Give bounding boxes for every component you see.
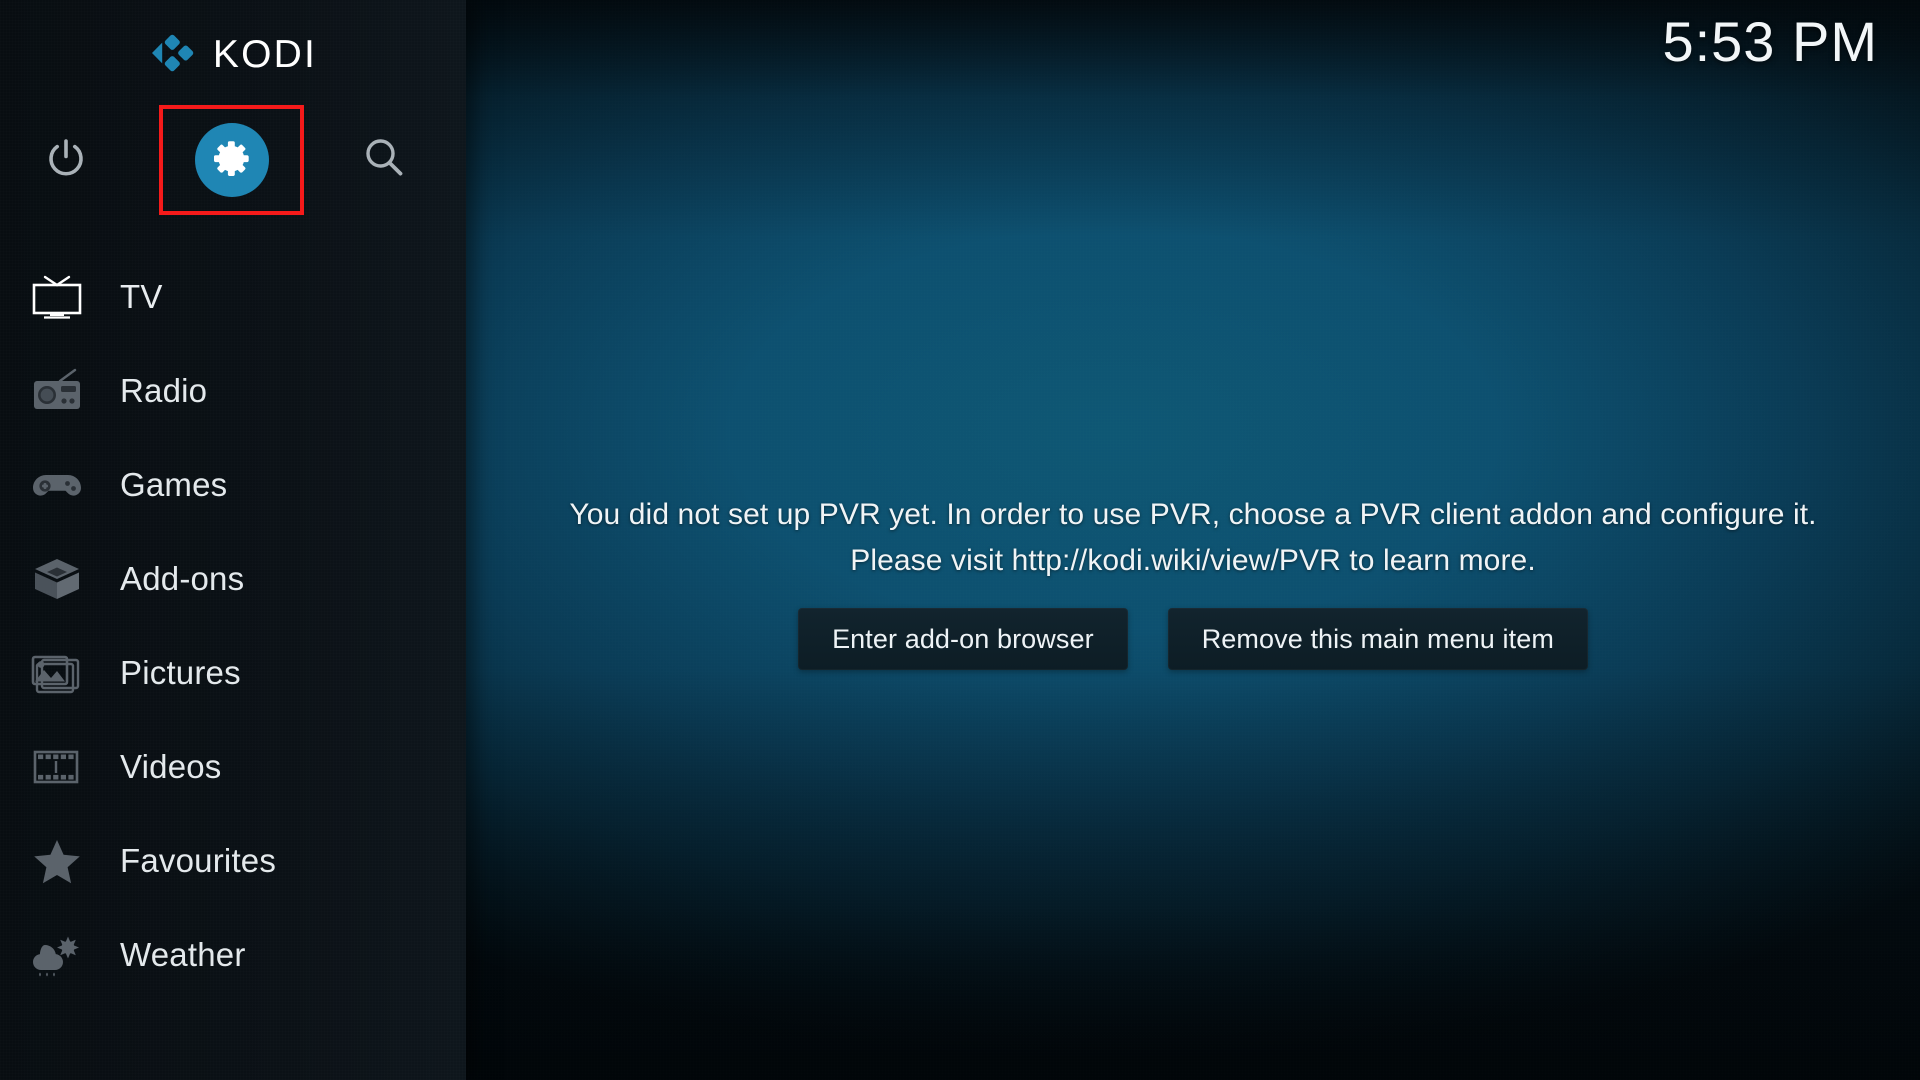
sidebar-item-pictures[interactable]: Pictures [0, 626, 466, 720]
filmstrip-icon [22, 741, 92, 793]
search-icon [361, 135, 407, 186]
sidebar: KODI TV Radio Games Add-ons Pictures Vid… [0, 0, 466, 1080]
sidebar-item-radio[interactable]: Radio [0, 344, 466, 438]
top-action-bar [0, 105, 466, 215]
pvr-message-line-2: Please visit http://kodi.wiki/view/PVR t… [850, 544, 1536, 577]
main-menu: TV Radio Games Add-ons Pictures Videos F… [0, 250, 466, 1002]
app-logo: KODI [0, 22, 466, 84]
radio-icon [22, 365, 92, 417]
sidebar-item-weather[interactable]: Weather [0, 908, 466, 1002]
kodi-logo-icon [149, 30, 195, 76]
remove-main-menu-item-button[interactable]: Remove this main menu item [1167, 608, 1588, 670]
power-icon [44, 136, 88, 185]
sidebar-item-label: Games [120, 466, 228, 503]
weather-icon [22, 929, 92, 981]
app-name: KODI [212, 32, 318, 76]
sidebar-item-label: Add-ons [120, 560, 245, 597]
sidebar-item-videos[interactable]: Videos [0, 720, 466, 814]
gamepad-icon [22, 459, 92, 511]
sidebar-item-label: Pictures [120, 654, 241, 691]
enter-addon-browser-button[interactable]: Enter add-on browser [798, 608, 1128, 670]
sidebar-item-favourites[interactable]: Favourites [0, 814, 466, 908]
pictures-icon [22, 647, 92, 699]
sidebar-item-label: TV [120, 278, 163, 315]
pvr-action-buttons: Enter add-on browser Remove this main me… [466, 608, 1920, 670]
sidebar-item-label: Radio [120, 372, 208, 409]
power-button[interactable] [38, 132, 94, 188]
kodi-home-screen: KODI TV Radio Games Add-ons Pictures Vid… [0, 0, 1920, 1080]
gear-icon [212, 138, 252, 183]
pvr-setup-message: You did not set up PVR yet. In order to … [466, 492, 1920, 584]
sidebar-item-label: Favourites [120, 842, 277, 879]
star-icon [22, 835, 92, 887]
settings-circle [194, 123, 269, 197]
search-button[interactable] [356, 132, 412, 188]
sidebar-item-games[interactable]: Games [0, 438, 466, 532]
tv-icon [22, 271, 92, 323]
main-content: You did not set up PVR yet. In order to … [466, 0, 1920, 1080]
sidebar-item-addons[interactable]: Add-ons [0, 532, 466, 626]
sidebar-item-label: Videos [120, 748, 222, 785]
pvr-message-line-1: You did not set up PVR yet. In order to … [569, 498, 1817, 531]
settings-button[interactable] [159, 105, 304, 215]
sidebar-item-label: Weather [120, 936, 246, 973]
package-icon [22, 553, 92, 605]
sidebar-item-tv[interactable]: TV [0, 250, 466, 344]
